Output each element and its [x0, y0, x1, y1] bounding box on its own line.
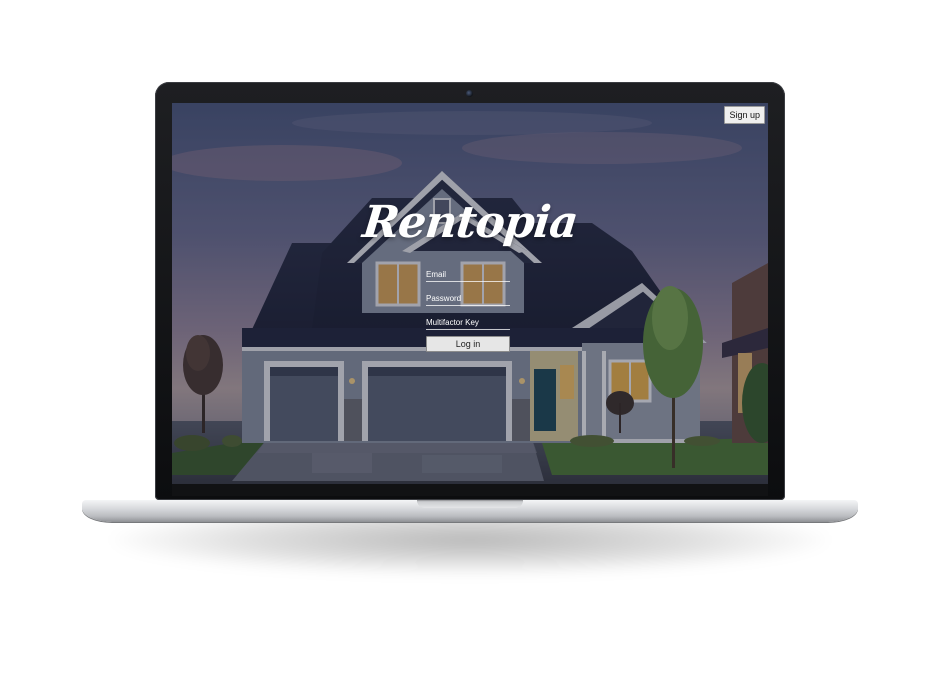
login-button[interactable]: Log in — [426, 336, 510, 352]
password-field[interactable] — [426, 291, 510, 305]
email-field[interactable] — [426, 267, 510, 281]
screen-bottom-bezel — [172, 484, 768, 496]
laptop-opening-notch — [417, 500, 523, 508]
brand-logo-text: Rentopia — [360, 197, 580, 248]
mfa-field-wrapper — [426, 315, 510, 330]
laptop-screen: Sign up Rentopia Log in — [172, 103, 768, 484]
camera-icon — [466, 90, 473, 97]
laptop-base — [82, 500, 858, 522]
login-form: Log in — [426, 267, 512, 352]
laptop-lid: Sign up Rentopia Log in — [155, 82, 785, 500]
password-field-wrapper — [426, 291, 510, 306]
email-field-wrapper — [426, 267, 510, 282]
device-mockup: Sign up Rentopia Log in — [0, 0, 940, 690]
signup-button[interactable]: Sign up — [724, 106, 765, 124]
multifactor-key-field[interactable] — [426, 315, 510, 329]
